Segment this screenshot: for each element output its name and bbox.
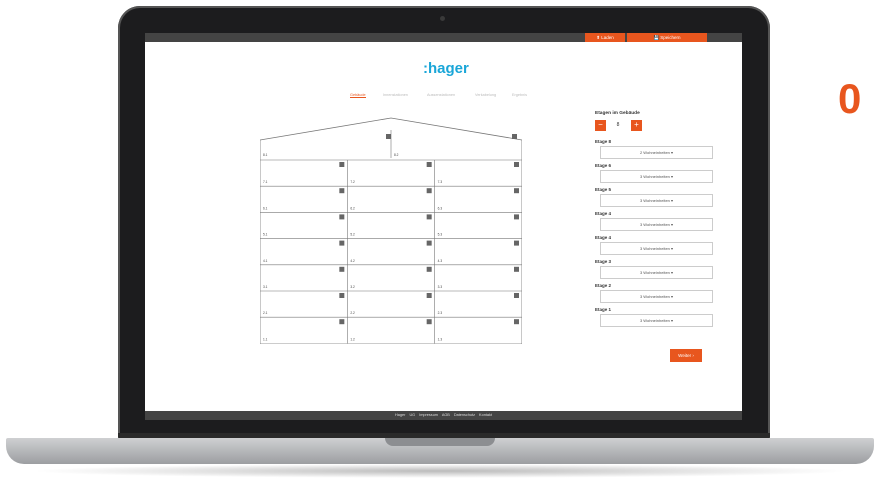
unit-icon[interactable] [426, 319, 432, 325]
unit-icon[interactable] [339, 319, 345, 325]
unit-icon[interactable] [339, 240, 345, 246]
unit-icon[interactable] [339, 293, 345, 298]
unit-label: 4.1 [263, 259, 268, 263]
laptop-notch [385, 438, 495, 446]
unit-label: 7.2 [350, 180, 355, 184]
top-bar: ⬆ Laden 💾 Speichern [145, 33, 742, 42]
unit-label: 6.2 [350, 206, 355, 210]
floor-label: Etage 8 [595, 139, 612, 144]
unit-icon[interactable] [426, 240, 432, 246]
unit-label: 2.1 [263, 311, 268, 315]
camera-icon [440, 16, 445, 21]
unit-label: 6.1 [263, 206, 268, 210]
unit-label: 1.2 [350, 337, 355, 341]
section-number: 0 [838, 75, 862, 122]
unit-label: 1.1 [263, 337, 268, 341]
footer-links[interactable]: Hager UG Impressum AGB Datenschutz Konta… [145, 411, 742, 420]
unit-label: 3.1 [263, 285, 268, 289]
floor-label: Etage 4 [595, 235, 612, 240]
unit-icon[interactable] [514, 293, 519, 298]
next-button[interactable]: Weiter › [670, 349, 702, 362]
save-button[interactable]: 💾 Speichern [627, 33, 707, 42]
load-button[interactable]: ⬆ Laden [585, 33, 625, 42]
laptop-screen: ⬆ Laden 💾 Speichern :hager Gebäude Innen… [145, 33, 742, 420]
hager-logo: :hager [423, 60, 469, 77]
unit-icon[interactable] [339, 188, 345, 194]
unit-label: 2.3 [438, 311, 443, 315]
floor-label: Etage 6 [595, 163, 612, 168]
unit-icon[interactable] [514, 266, 519, 272]
floor-count-stepper: − 8 + [595, 120, 651, 131]
tab-innenstationen[interactable]: Innenstationen [383, 93, 408, 97]
unit-icon[interactable] [426, 162, 432, 167]
unit-icon[interactable] [514, 214, 519, 220]
unit-label: 5.1 [263, 233, 268, 237]
unit-label: 7.3 [438, 180, 443, 184]
floor-label: Etage 2 [595, 283, 612, 288]
unit-icon[interactable] [426, 214, 432, 220]
floor-units-select[interactable]: 2 Wohneinheiten ▾ [600, 146, 713, 159]
tab-verkabelung[interactable]: Verkabelung [475, 93, 496, 97]
floor-label: Etage 4 [595, 211, 612, 216]
tab-ergebnis[interactable]: Ergebnis [512, 93, 527, 97]
unit-icon[interactable] [426, 266, 432, 272]
plus-button[interactable]: + [631, 120, 642, 131]
floor-units-select[interactable]: 3 Wohneinheiten ▾ [600, 266, 713, 279]
floor-units-select[interactable]: 3 Wohneinheiten ▾ [600, 218, 713, 231]
unit-label: 4.2 [350, 259, 355, 263]
unit-icon[interactable] [514, 319, 519, 325]
floor-count-value[interactable]: 8 [609, 120, 627, 131]
unit-label: 6.3 [438, 206, 443, 210]
tab-gebaeude[interactable]: Gebäude [350, 93, 366, 98]
floor-label: Etage 5 [595, 187, 612, 192]
laptop-shadow [30, 464, 850, 478]
unit-icon[interactable] [339, 162, 345, 167]
roof-unit-label: 8.1 [263, 153, 268, 157]
minus-button[interactable]: − [595, 120, 606, 131]
floor-label: Etage 1 [595, 307, 612, 312]
unit-label: 7.1 [263, 180, 268, 184]
unit-label: 2.2 [350, 311, 355, 315]
unit-label: 3.3 [438, 285, 443, 289]
floor-units-select[interactable]: 3 Wohneinheiten ▾ [600, 170, 713, 183]
roof-unit-icon[interactable] [512, 134, 517, 139]
floors-title: Etagen im Gebäude [595, 111, 640, 116]
unit-label: 1.3 [438, 337, 443, 341]
unit-icon[interactable] [339, 214, 345, 220]
wizard-tabs: Gebäude Innenstationen Aussenstationen V… [350, 93, 550, 101]
tab-aussenstationen[interactable]: Aussenstationen [427, 93, 455, 97]
unit-icon[interactable] [426, 293, 432, 298]
unit-label: 5.3 [438, 233, 443, 237]
floor-units-select[interactable]: 3 Wohneinheiten ▾ [600, 242, 713, 255]
unit-icon[interactable] [514, 240, 519, 246]
floor-units-select[interactable]: 3 Wohneinheiten ▾ [600, 290, 713, 303]
floor-units-select[interactable]: 3 Wohneinheiten ▾ [600, 194, 713, 207]
unit-label: 3.2 [350, 285, 355, 289]
unit-icon[interactable] [426, 188, 432, 194]
unit-icon[interactable] [514, 162, 519, 167]
unit-label: 5.2 [350, 233, 355, 237]
floor-units-select[interactable]: 3 Wohneinheiten ▾ [600, 314, 713, 327]
building-diagram: 8.1 8.2 7.1 7.2 7.3 6.1 6.2 6.3 5.1 5.2 5.3 4.1 4.… [260, 117, 522, 344]
unit-label: 4.3 [438, 259, 443, 263]
unit-icon[interactable] [339, 266, 345, 272]
roof-unit-icon[interactable] [386, 134, 391, 139]
floor-label: Etage 3 [595, 259, 612, 264]
unit-icon[interactable] [514, 188, 519, 194]
roof-unit-label: 8.2 [394, 153, 399, 157]
